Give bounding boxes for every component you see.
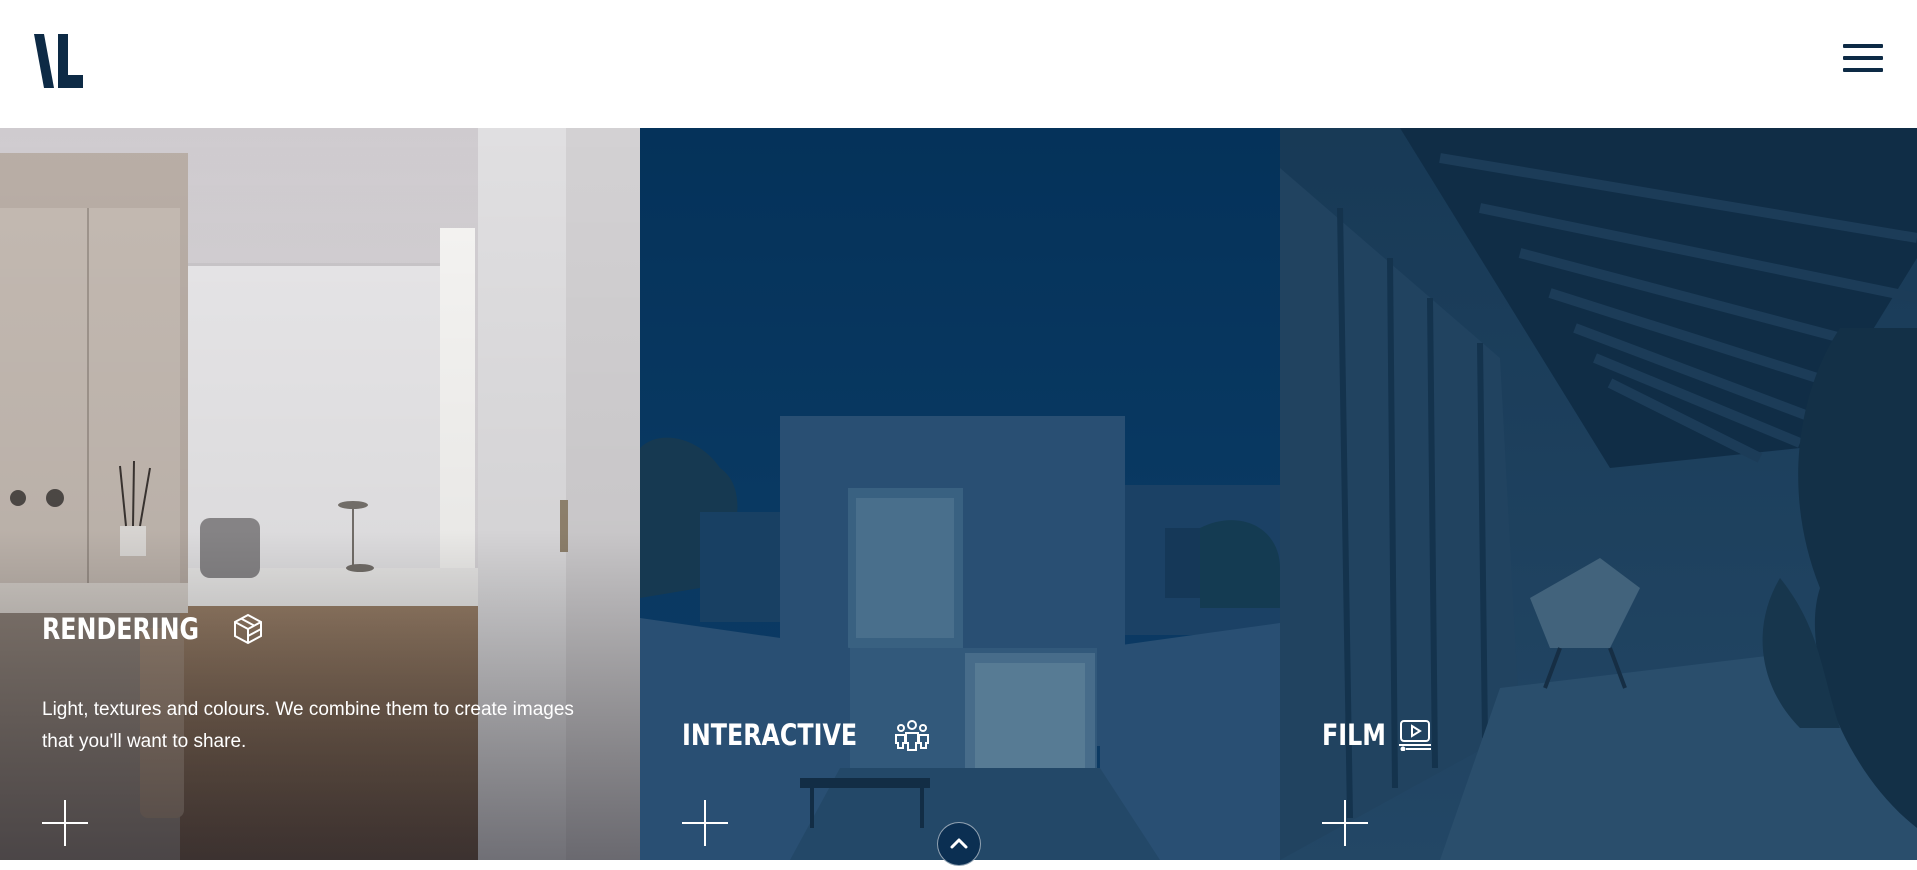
scroll-up-button[interactable]	[937, 822, 981, 866]
rendering-title: RENDERING	[42, 612, 264, 646]
film-panel[interactable]: FILM	[1280, 128, 1917, 860]
video-play-icon	[1398, 720, 1431, 751]
rendering-title-text: RENDERING	[42, 612, 200, 646]
site-header	[0, 0, 1917, 128]
people-group-icon	[894, 720, 929, 751]
interactive-title: INTERACTIVE	[682, 718, 930, 752]
interactive-title-text: INTERACTIVE	[682, 718, 858, 752]
service-panels: RENDERING Light, textures and colours. W…	[0, 128, 1917, 860]
rendering-panel[interactable]: RENDERING Light, textures and colours. W…	[0, 128, 640, 860]
interactive-panel[interactable]: INTERACTIVE	[640, 128, 1280, 860]
chevron-up-icon	[950, 838, 968, 849]
cube-icon	[233, 613, 262, 645]
logo[interactable]	[34, 34, 90, 88]
film-title: FILM	[1322, 718, 1432, 752]
hamburger-menu-icon[interactable]	[1841, 40, 1887, 76]
rendering-expand-plus-icon[interactable]	[42, 800, 88, 846]
interactive-expand-plus-icon[interactable]	[682, 800, 728, 846]
rendering-description: Light, textures and colours. We combine …	[42, 699, 574, 752]
film-title-text: FILM	[1322, 718, 1386, 752]
film-expand-plus-icon[interactable]	[1322, 800, 1368, 846]
